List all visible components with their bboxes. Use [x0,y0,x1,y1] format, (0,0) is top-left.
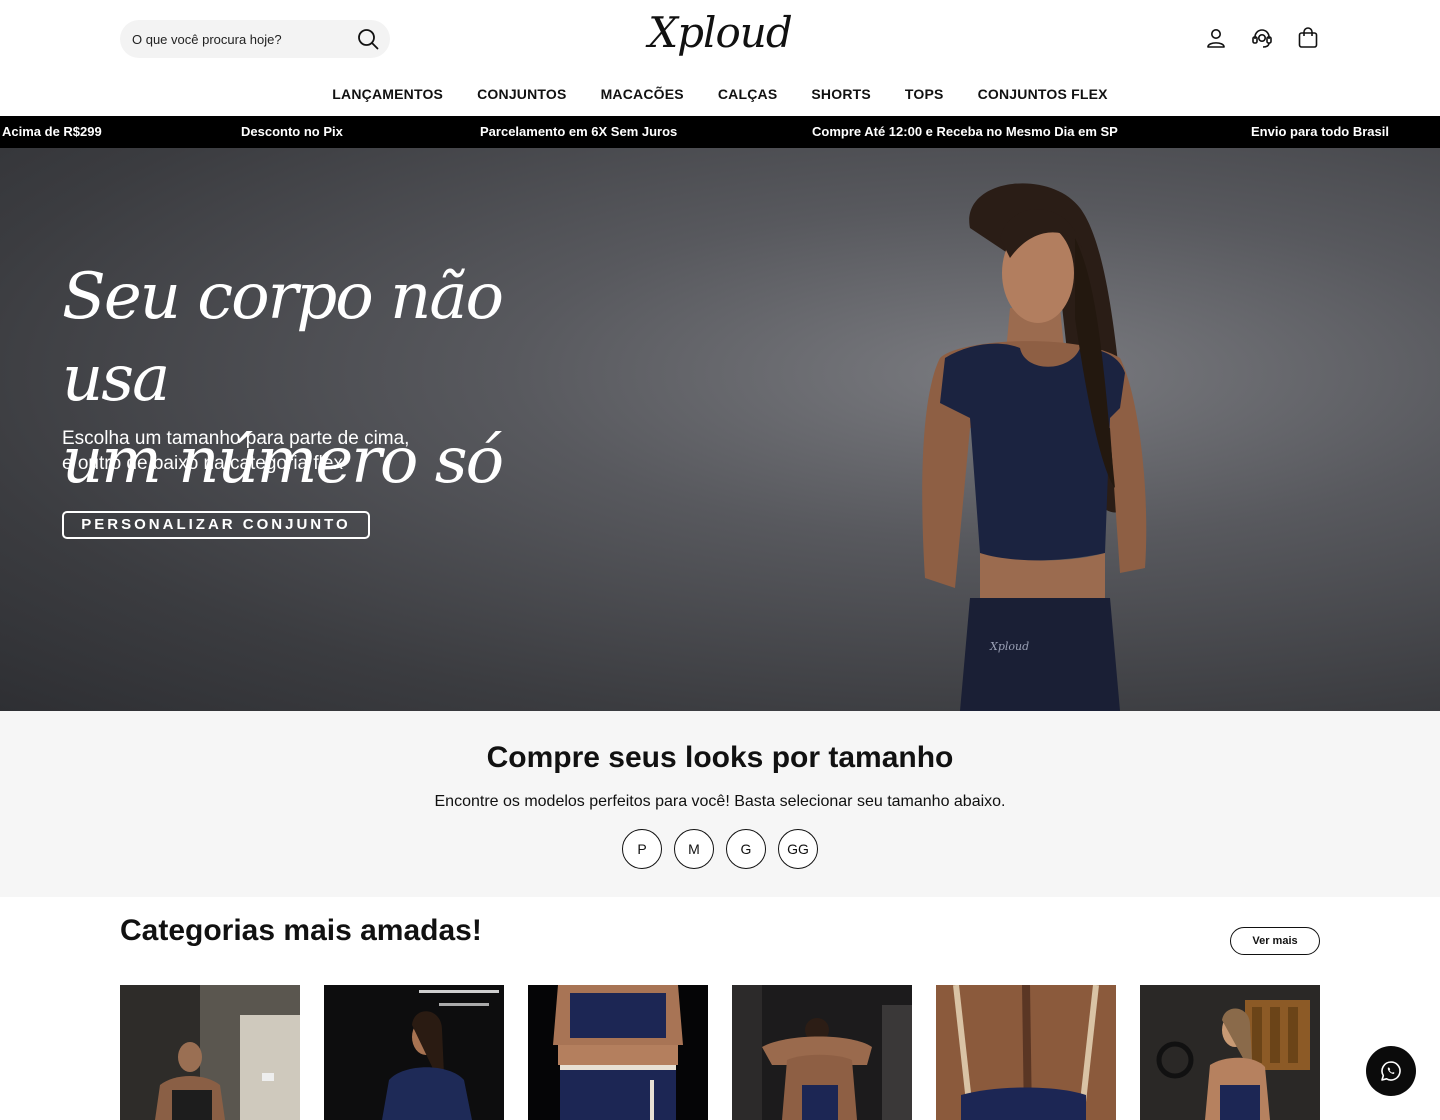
bag-icon[interactable] [1296,26,1320,50]
category-card[interactable] [732,985,912,1120]
hero-subtitle-line2: e outro de baixo na categoria flex [62,453,343,474]
shop-by-size-title: Compre seus looks por tamanho [486,741,954,774]
customize-set-button[interactable]: PERSONALIZAR CONJUNTO [62,511,370,539]
announcement-item: Parcelamento em 6X Sem Juros [480,124,678,139]
shop-by-size-section: Compre seus looks por tamanho Encontre o… [0,711,1440,897]
category-image [120,985,300,1120]
nav-item-conjuntos-flex[interactable]: CONJUNTOS FLEX [978,86,1108,102]
hero-title-line1: Seu corpo não usa [62,260,504,416]
size-button-p[interactable]: P [622,829,662,869]
category-card[interactable] [936,985,1116,1120]
announcement-item: Desconto no Pix [241,124,343,139]
size-button-g[interactable]: G [726,829,766,869]
category-image [324,985,504,1120]
category-image [936,985,1116,1120]
size-button-gg[interactable]: GG [778,829,818,869]
site-header: Xploud LANÇAMENTOS CONJUNTOS MACACÕES CA… [0,0,1440,116]
support-icon[interactable] [1250,26,1274,50]
announcement-item: Acima de R$299 [2,124,102,139]
shop-by-size-subtitle: Encontre os modelos perfeitos para você!… [434,793,1006,810]
header-actions [1204,26,1320,50]
nav-item-lancamentos[interactable]: LANÇAMENTOS [332,86,443,102]
hero-banner[interactable]: Seu corpo não usa um número só Escolha u… [0,148,1440,711]
category-image [732,985,912,1120]
nav-item-tops[interactable]: TOPS [905,86,944,102]
nav-item-macacoes[interactable]: MACACÕES [601,86,684,102]
nav-item-calcas[interactable]: CALÇAS [718,86,778,102]
see-more-button[interactable]: Ver mais [1230,927,1320,955]
category-image [528,985,708,1120]
announcement-bar: Acima de R$299 Desconto no Pix Parcelame… [0,116,1440,148]
category-cards [120,985,1320,1120]
user-icon[interactable] [1204,26,1228,50]
size-button-m[interactable]: M [674,829,714,869]
main-nav: LANÇAMENTOS CONJUNTOS MACACÕES CALÇAS SH… [0,86,1440,102]
nav-item-shorts[interactable]: SHORTS [811,86,871,102]
hero-subtitle-line1: Escolha um tamanho para parte de cima, [62,428,410,449]
size-options: P M G GG [0,829,1440,869]
whatsapp-icon [1381,1061,1401,1081]
whatsapp-button[interactable] [1366,1046,1416,1096]
announcement-item: Compre Até 12:00 e Receba no Mesmo Dia e… [812,124,1118,139]
category-card[interactable] [120,985,300,1120]
nav-item-conjuntos[interactable]: CONJUNTOS [477,86,566,102]
announcement-item: Envio para todo Brasil [1251,124,1389,139]
hero-subtitle: Escolha um tamanho para parte de cima, e… [62,426,482,476]
category-image [1140,985,1320,1120]
category-card[interactable] [528,985,708,1120]
category-card[interactable] [324,985,504,1120]
garment-logo: Xploud [989,640,1029,653]
hero-model-image: Xploud [922,183,1147,711]
category-card[interactable] [1140,985,1320,1120]
categories-title: Categorias mais amadas! [120,914,482,947]
